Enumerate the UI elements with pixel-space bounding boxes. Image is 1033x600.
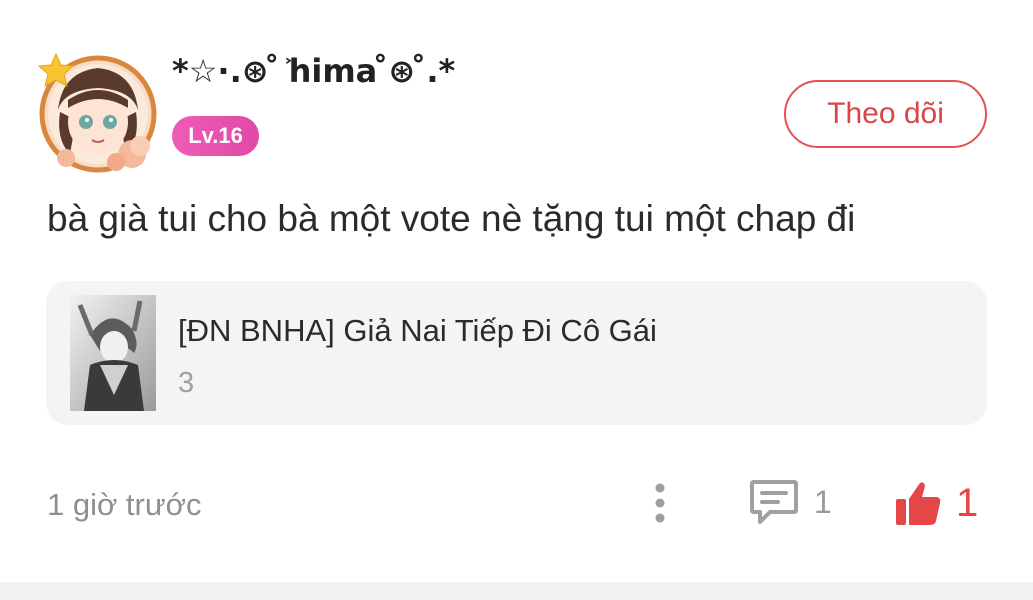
comment-card: *☆·.⊛ ̊ ͐hima ̊⊛ ̊.* Lv.16 Theo dõi bà g…: [0, 0, 1033, 582]
comment-icon: [750, 480, 798, 524]
more-vertical-icon: [655, 483, 665, 523]
follow-button[interactable]: Theo dõi: [784, 80, 987, 148]
level-badge: Lv.16: [172, 116, 259, 156]
timestamp: 1 giờ trước: [47, 487, 202, 522]
like-button[interactable]: 1: [894, 474, 994, 532]
user-avatar[interactable]: [36, 50, 160, 174]
username[interactable]: *☆·.⊛ ̊ ͐hima ̊⊛ ̊.*: [172, 52, 455, 90]
avatar-image: [37, 52, 157, 173]
comment-text: bà già tui cho bà một vote nè tặng tui m…: [47, 198, 856, 239]
reply-button[interactable]: 1: [748, 474, 848, 530]
story-chapter: 3: [178, 367, 195, 399]
reply-count: 1: [814, 483, 832, 520]
more-options-button[interactable]: [640, 480, 680, 526]
story-card[interactable]: [ĐN BNHA] Giả Nai Tiếp Đi Cô Gái 3: [46, 281, 987, 425]
thumbs-up-icon: [896, 482, 941, 525]
bottom-divider: [0, 582, 1033, 600]
story-cover-image: [70, 295, 156, 411]
like-count: 1: [956, 480, 979, 525]
story-title: [ĐN BNHA] Giả Nai Tiếp Đi Cô Gái: [178, 313, 657, 348]
